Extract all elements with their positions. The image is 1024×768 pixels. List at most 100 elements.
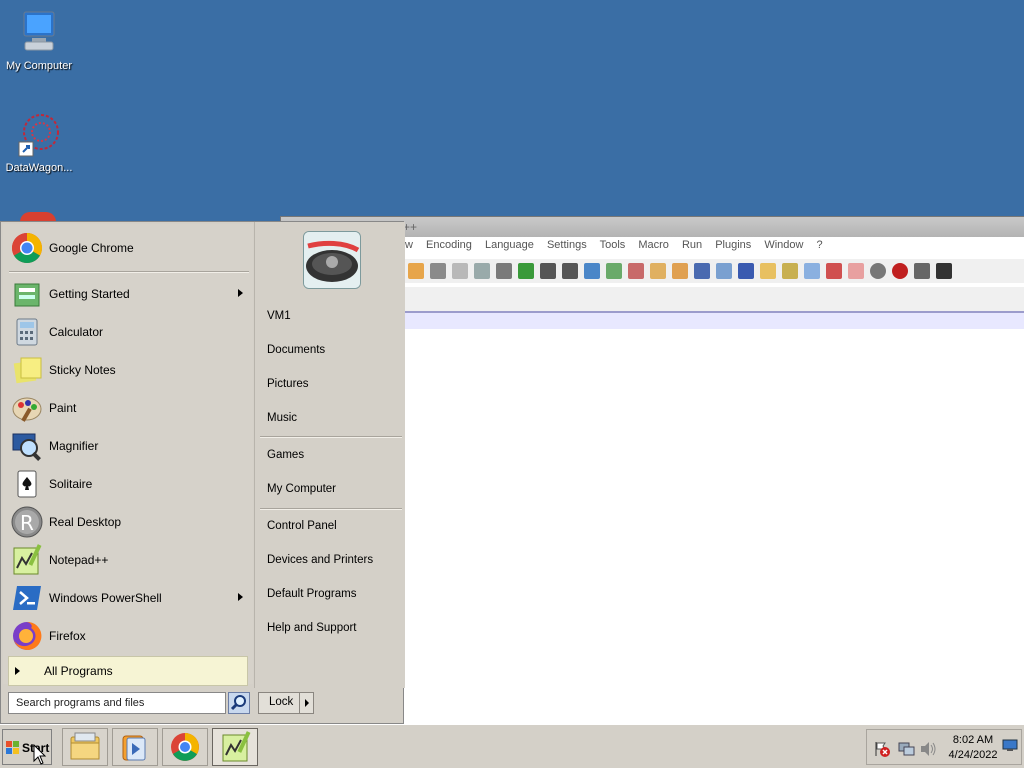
all-programs-label: All Programs — [44, 664, 113, 678]
sticky-notes-icon — [11, 354, 43, 386]
action-center-flag-icon[interactable] — [873, 740, 891, 758]
menu-settings[interactable]: Settings — [547, 239, 587, 251]
function-list-icon[interactable] — [782, 263, 798, 279]
program-label: Paint — [49, 401, 77, 415]
program-label: Calculator — [49, 325, 104, 339]
sync-horizontal-icon[interactable] — [672, 263, 688, 279]
play-macro-icon[interactable] — [936, 263, 952, 279]
start-menu-programs-pane: Google Chrome Getting Started Calculator… — [3, 224, 253, 684]
paste-icon[interactable] — [496, 263, 512, 279]
cut-icon[interactable] — [452, 263, 468, 279]
separator — [260, 508, 402, 510]
search-input[interactable]: Search programs and files — [8, 692, 226, 714]
firefox-icon — [11, 620, 43, 652]
menu-plugins[interactable]: Plugins — [715, 239, 751, 251]
menu-help[interactable]: ? — [817, 239, 823, 251]
program-notepadpp[interactable]: Notepad++ — [7, 542, 251, 578]
submenu-arrow-icon — [238, 289, 243, 297]
lock-button[interactable]: Lock — [258, 692, 314, 714]
real-desktop-icon: R — [11, 506, 43, 538]
volume-icon[interactable] — [919, 740, 937, 758]
program-label: Notepad++ — [49, 553, 109, 567]
program-solitaire[interactable]: Solitaire — [7, 466, 251, 502]
clock[interactable]: 8:02 AM 4/24/2022 — [943, 733, 1003, 763]
show-desktop-button[interactable] — [1002, 739, 1018, 751]
menu-window[interactable]: Window — [764, 239, 803, 251]
sync-vertical-icon[interactable] — [650, 263, 666, 279]
link-my-computer[interactable]: My Computer — [267, 483, 336, 495]
show-all-chars-icon[interactable] — [716, 263, 732, 279]
taskbar-chrome[interactable] — [162, 728, 208, 766]
menu-run[interactable]: Run — [682, 239, 702, 251]
chrome-icon — [11, 232, 43, 264]
folder-icon[interactable] — [848, 263, 864, 279]
desktop-icon-datawagon[interactable]: DataWagon... — [0, 110, 78, 174]
replace-icon[interactable] — [584, 263, 600, 279]
desktop-icon-my-computer[interactable]: My Computer — [0, 8, 78, 72]
search-button[interactable] — [228, 692, 250, 714]
editor-area[interactable] — [405, 313, 1024, 725]
arrow-right-icon — [15, 667, 20, 675]
menu-encoding[interactable]: Encoding — [426, 239, 472, 251]
program-getting-started[interactable]: Getting Started — [7, 276, 251, 312]
monitoring-icon[interactable] — [826, 263, 842, 279]
find-icon[interactable] — [562, 263, 578, 279]
taskbar: Start 8:02 AM 4/24/2022 — [0, 724, 1024, 768]
solitaire-icon — [11, 468, 43, 500]
program-real-desktop[interactable]: R Real Desktop — [7, 504, 251, 540]
taskbar-media-player[interactable] — [112, 728, 158, 766]
link-pictures[interactable]: Pictures — [267, 378, 309, 390]
getting-started-icon — [11, 278, 43, 310]
program-calculator[interactable]: Calculator — [7, 314, 251, 350]
taskbar-notepadpp[interactable] — [212, 728, 258, 766]
stop-macro-icon[interactable] — [914, 263, 930, 279]
pinned-google-chrome[interactable]: Google Chrome — [7, 230, 251, 266]
start-menu-places-pane: VM1 Documents Pictures Music Games My Co… — [254, 222, 405, 688]
comment-icon[interactable] — [870, 263, 886, 279]
link-default-programs[interactable]: Default Programs — [267, 588, 356, 600]
zoom-out-icon[interactable] — [628, 263, 644, 279]
link-games[interactable]: Games — [267, 449, 304, 461]
menu-language[interactable]: Language — [485, 239, 534, 251]
start-button[interactable]: Start — [2, 729, 52, 765]
program-firefox[interactable]: Firefox — [7, 618, 251, 654]
menu-macro[interactable]: Macro — [638, 239, 669, 251]
program-magnifier[interactable]: Magnifier — [7, 428, 251, 464]
doc-map-icon[interactable] — [760, 263, 776, 279]
redo-icon[interactable] — [540, 263, 556, 279]
media-player-icon — [122, 735, 146, 761]
menu-tools[interactable]: Tools — [600, 239, 626, 251]
program-label: Magnifier — [49, 439, 99, 453]
close-file-icon[interactable] — [408, 263, 424, 279]
indent-guide-icon[interactable] — [738, 263, 754, 279]
explorer-icon — [70, 732, 100, 760]
program-paint[interactable]: Paint — [7, 390, 251, 426]
link-documents[interactable]: Documents — [267, 344, 325, 356]
link-vm1[interactable]: VM1 — [267, 310, 291, 322]
link-help-and-support[interactable]: Help and Support — [267, 622, 357, 634]
shutdown-options-arrow-icon[interactable] — [305, 699, 309, 707]
magnifier-icon — [11, 430, 43, 462]
record-macro-icon[interactable] — [892, 263, 908, 279]
program-sticky-notes[interactable]: Sticky Notes — [7, 352, 251, 388]
user-avatar[interactable] — [303, 231, 361, 289]
link-devices-and-printers[interactable]: Devices and Printers — [267, 554, 373, 566]
window-title: ++ — [403, 220, 418, 234]
notification-area: 8:02 AM 4/24/2022 — [866, 729, 1022, 765]
menu-view[interactable]: w — [405, 239, 413, 251]
undo-icon[interactable] — [518, 263, 534, 279]
taskbar-explorer[interactable] — [62, 728, 108, 766]
show-desktop-icon — [1002, 739, 1018, 751]
word-wrap-icon[interactable] — [694, 263, 710, 279]
link-control-panel[interactable]: Control Panel — [267, 520, 337, 532]
folder-workspace-icon[interactable] — [804, 263, 820, 279]
datawagon-icon — [15, 110, 63, 158]
zoom-in-icon[interactable] — [606, 263, 622, 279]
all-programs-button[interactable]: All Programs — [8, 656, 248, 686]
print-icon[interactable] — [430, 263, 446, 279]
link-music[interactable]: Music — [267, 412, 297, 424]
program-windows-powershell[interactable]: Windows PowerShell — [7, 580, 251, 616]
network-icon[interactable] — [897, 740, 915, 758]
copy-icon[interactable] — [474, 263, 490, 279]
program-label: Solitaire — [49, 477, 93, 491]
